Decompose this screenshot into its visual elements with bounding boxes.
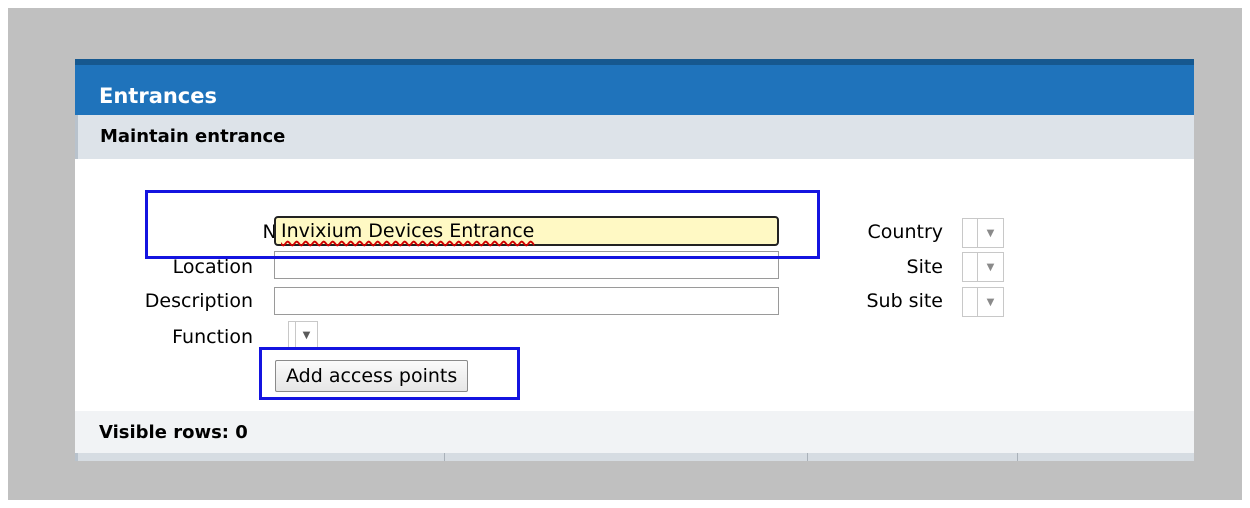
- country-label: Country: [867, 221, 943, 243]
- column-divider: [444, 453, 445, 461]
- sub-site-select[interactable]: ▼: [962, 287, 1004, 317]
- column-divider: [807, 453, 808, 461]
- column-divider: [1017, 453, 1018, 461]
- visible-rows-bar: Visible rows: 0: [75, 411, 1194, 453]
- add-access-points-button[interactable]: Add access points: [275, 360, 469, 392]
- entrances-panel: Entrances Maintain entrance Name* Invixi…: [75, 59, 1194, 461]
- description-label: Description: [144, 290, 253, 312]
- function-select[interactable]: ▼: [288, 321, 318, 349]
- function-label: Function: [172, 326, 253, 348]
- panel-title: Entrances: [99, 84, 218, 108]
- section-title: Maintain entrance: [100, 126, 286, 147]
- name-field-value: Invixium Devices Entrance: [281, 220, 535, 242]
- visible-rows-count: Visible rows: 0: [99, 422, 248, 443]
- sub-site-label: Sub site: [866, 290, 943, 312]
- name-field[interactable]: Invixium Devices Entrance: [274, 216, 779, 246]
- location-label: Location: [172, 256, 253, 278]
- site-select[interactable]: ▼: [962, 252, 1004, 282]
- chevron-down-icon: ▼: [977, 219, 1003, 247]
- grid-header-row: [75, 453, 1194, 461]
- location-field[interactable]: [274, 251, 779, 279]
- chevron-down-icon: ▼: [977, 288, 1003, 316]
- site-label: Site: [906, 256, 943, 278]
- description-field[interactable]: [274, 287, 779, 315]
- entrance-form: Name* Invixium Devices Entrance Location…: [75, 159, 1194, 411]
- chevron-down-icon: ▼: [977, 253, 1003, 281]
- section-header: Maintain entrance: [75, 115, 1194, 159]
- country-select[interactable]: ▼: [962, 218, 1004, 248]
- panel-title-bar: Entrances: [75, 59, 1194, 115]
- chevron-down-icon: ▼: [295, 322, 317, 348]
